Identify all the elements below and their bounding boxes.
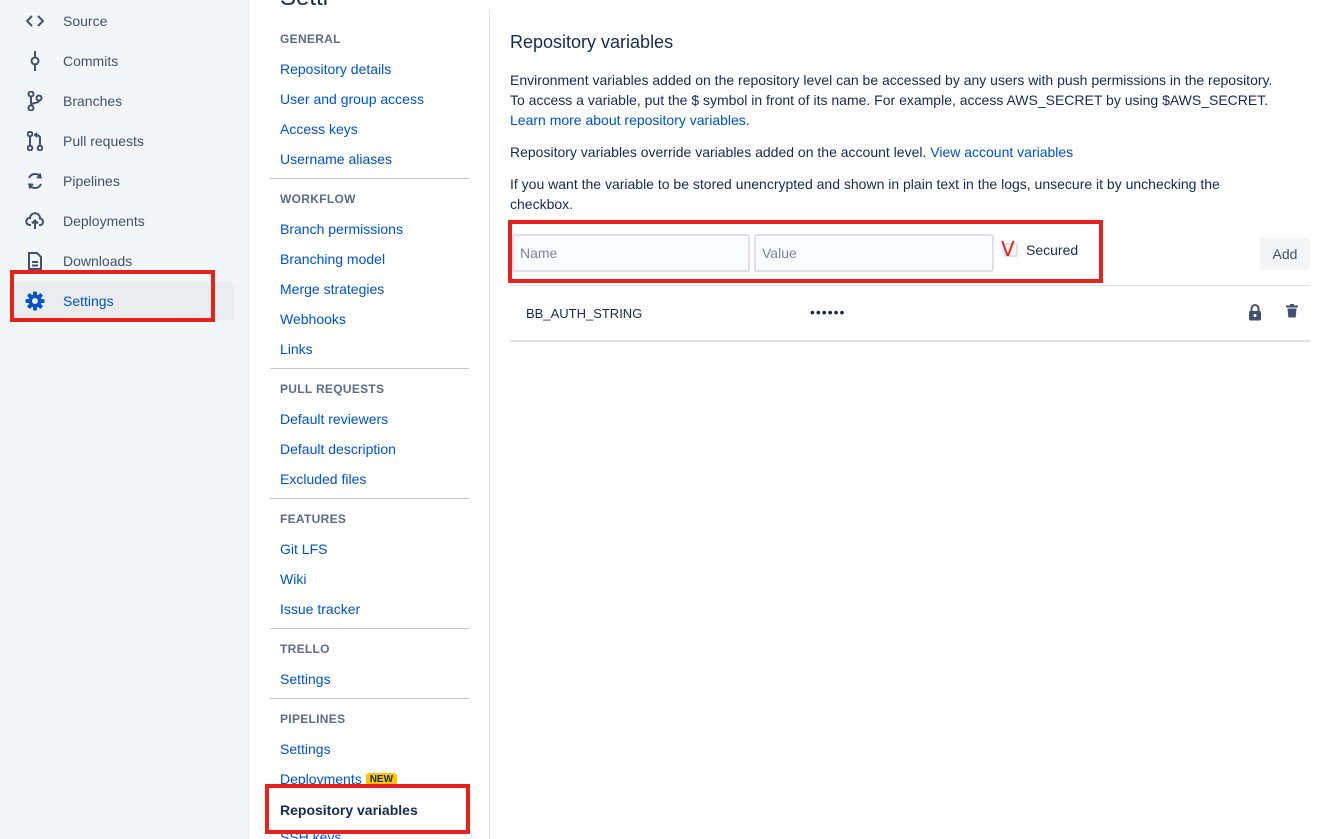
nav-link-repository-details[interactable]: Repository details	[280, 61, 391, 77]
section-divider	[270, 498, 469, 499]
section-heading-trello: TRELLO	[280, 642, 330, 656]
nav-link-git-lfs[interactable]: Git LFS	[280, 541, 327, 557]
nav-link-branching-model[interactable]: Branching model	[280, 251, 385, 267]
nav-link-links[interactable]: Links	[280, 341, 313, 357]
source-code-icon	[24, 10, 46, 32]
sidebar-item-label: Pipelines	[63, 173, 120, 189]
left-sidebar: Source Commits Branches Pull requests Pi…	[0, 0, 249, 839]
secured-label: Secured	[1026, 242, 1079, 258]
nav-link-username-aliases[interactable]: Username aliases	[280, 151, 392, 167]
section-divider	[270, 178, 469, 179]
variable-value-input[interactable]	[754, 234, 994, 272]
column-divider	[489, 10, 490, 839]
variable-name: BB_AUTH_STRING	[526, 306, 643, 321]
view-account-variables-link[interactable]: View account variables	[930, 144, 1073, 160]
nav-link-wiki[interactable]: Wiki	[280, 571, 306, 587]
sidebar-item-pull-requests[interactable]: Pull requests	[14, 122, 234, 160]
lock-icon	[1248, 304, 1264, 322]
section-divider	[270, 368, 469, 369]
override-paragraph: Repository variables override variables …	[510, 142, 1310, 162]
intro-paragraph: Environment variables added on the repos…	[510, 70, 1310, 130]
section-heading-pipelines: PIPELINES	[280, 712, 346, 726]
sidebar-item-label: Commits	[63, 53, 119, 69]
table-row: BB_AUTH_STRING ••••••	[510, 286, 1310, 342]
nav-link-pipelines-settings[interactable]: Settings	[280, 741, 331, 757]
nav-link-excluded-files[interactable]: Excluded files	[280, 471, 366, 487]
section-heading-general: GENERAL	[280, 32, 341, 46]
add-variable-form: V Secured Add	[508, 220, 1310, 283]
highlight-box-repository-variables	[265, 784, 470, 834]
commit-icon	[24, 50, 46, 72]
nav-link-merge-strategies[interactable]: Merge strategies	[280, 281, 384, 297]
sidebar-item-branches[interactable]: Branches	[14, 82, 234, 120]
section-divider	[270, 628, 469, 629]
override-text: Repository variables override variables …	[510, 144, 931, 160]
learn-more-line: Learn more about repository variables.	[510, 110, 1310, 130]
nav-link-issue-tracker[interactable]: Issue tracker	[280, 601, 360, 617]
pull-request-icon	[24, 130, 46, 152]
add-button[interactable]: Add	[1260, 238, 1310, 270]
branch-icon	[24, 90, 46, 112]
learn-more-link[interactable]: Learn more about repository variables	[510, 112, 746, 128]
sidebar-item-label: Source	[63, 13, 108, 29]
document-icon	[24, 250, 46, 272]
secured-toggle[interactable]: V Secured	[1001, 239, 1079, 259]
secured-checkbox[interactable]: V	[1001, 239, 1018, 259]
variable-name-input[interactable]	[512, 234, 750, 272]
section-heading-workflow: WORKFLOW	[280, 192, 356, 206]
nav-link-default-description[interactable]: Default description	[280, 441, 396, 457]
sidebar-item-label: Pull requests	[63, 133, 144, 149]
sidebar-item-source[interactable]: Source	[14, 2, 234, 40]
section-heading-features: FEATURES	[280, 512, 347, 526]
check-mark-icon: V	[1001, 237, 1015, 261]
cloud-upload-icon	[24, 210, 46, 232]
sidebar-item-label: Deployments	[63, 213, 145, 229]
trash-icon[interactable]	[1286, 304, 1302, 320]
section-title: Repository variables	[510, 32, 674, 52]
sidebar-item-label: Branches	[63, 93, 123, 109]
section-heading-pull-requests: PULL REQUESTS	[280, 382, 385, 396]
sidebar-item-deployments[interactable]: Deployments	[14, 202, 234, 240]
learn-more-suffix: .	[745, 112, 750, 128]
intro-line-2: To access a variable, put the $ symbol i…	[510, 92, 1269, 108]
unsecure-paragraph: If you want the variable to be stored un…	[510, 176, 1220, 212]
sidebar-item-pipelines[interactable]: Pipelines	[14, 162, 234, 200]
page-title: Setti	[280, 0, 328, 12]
section-divider	[270, 698, 469, 699]
sidebar-item-commits[interactable]: Commits	[14, 42, 234, 80]
variable-value: ••••••	[810, 304, 846, 320]
nav-link-default-reviewers[interactable]: Default reviewers	[280, 411, 388, 427]
nav-link-webhooks[interactable]: Webhooks	[280, 311, 346, 327]
sidebar-item-label: Downloads	[63, 253, 133, 269]
nav-link-access-keys[interactable]: Access keys	[280, 121, 358, 137]
pipelines-icon	[24, 170, 46, 192]
highlight-box-settings	[10, 270, 215, 322]
nav-link-branch-permissions[interactable]: Branch permissions	[280, 221, 403, 237]
intro-line-1: Environment variables added on the repos…	[510, 72, 1273, 88]
nav-link-trello-settings[interactable]: Settings	[280, 671, 331, 687]
nav-link-user-group-access[interactable]: User and group access	[280, 91, 424, 107]
